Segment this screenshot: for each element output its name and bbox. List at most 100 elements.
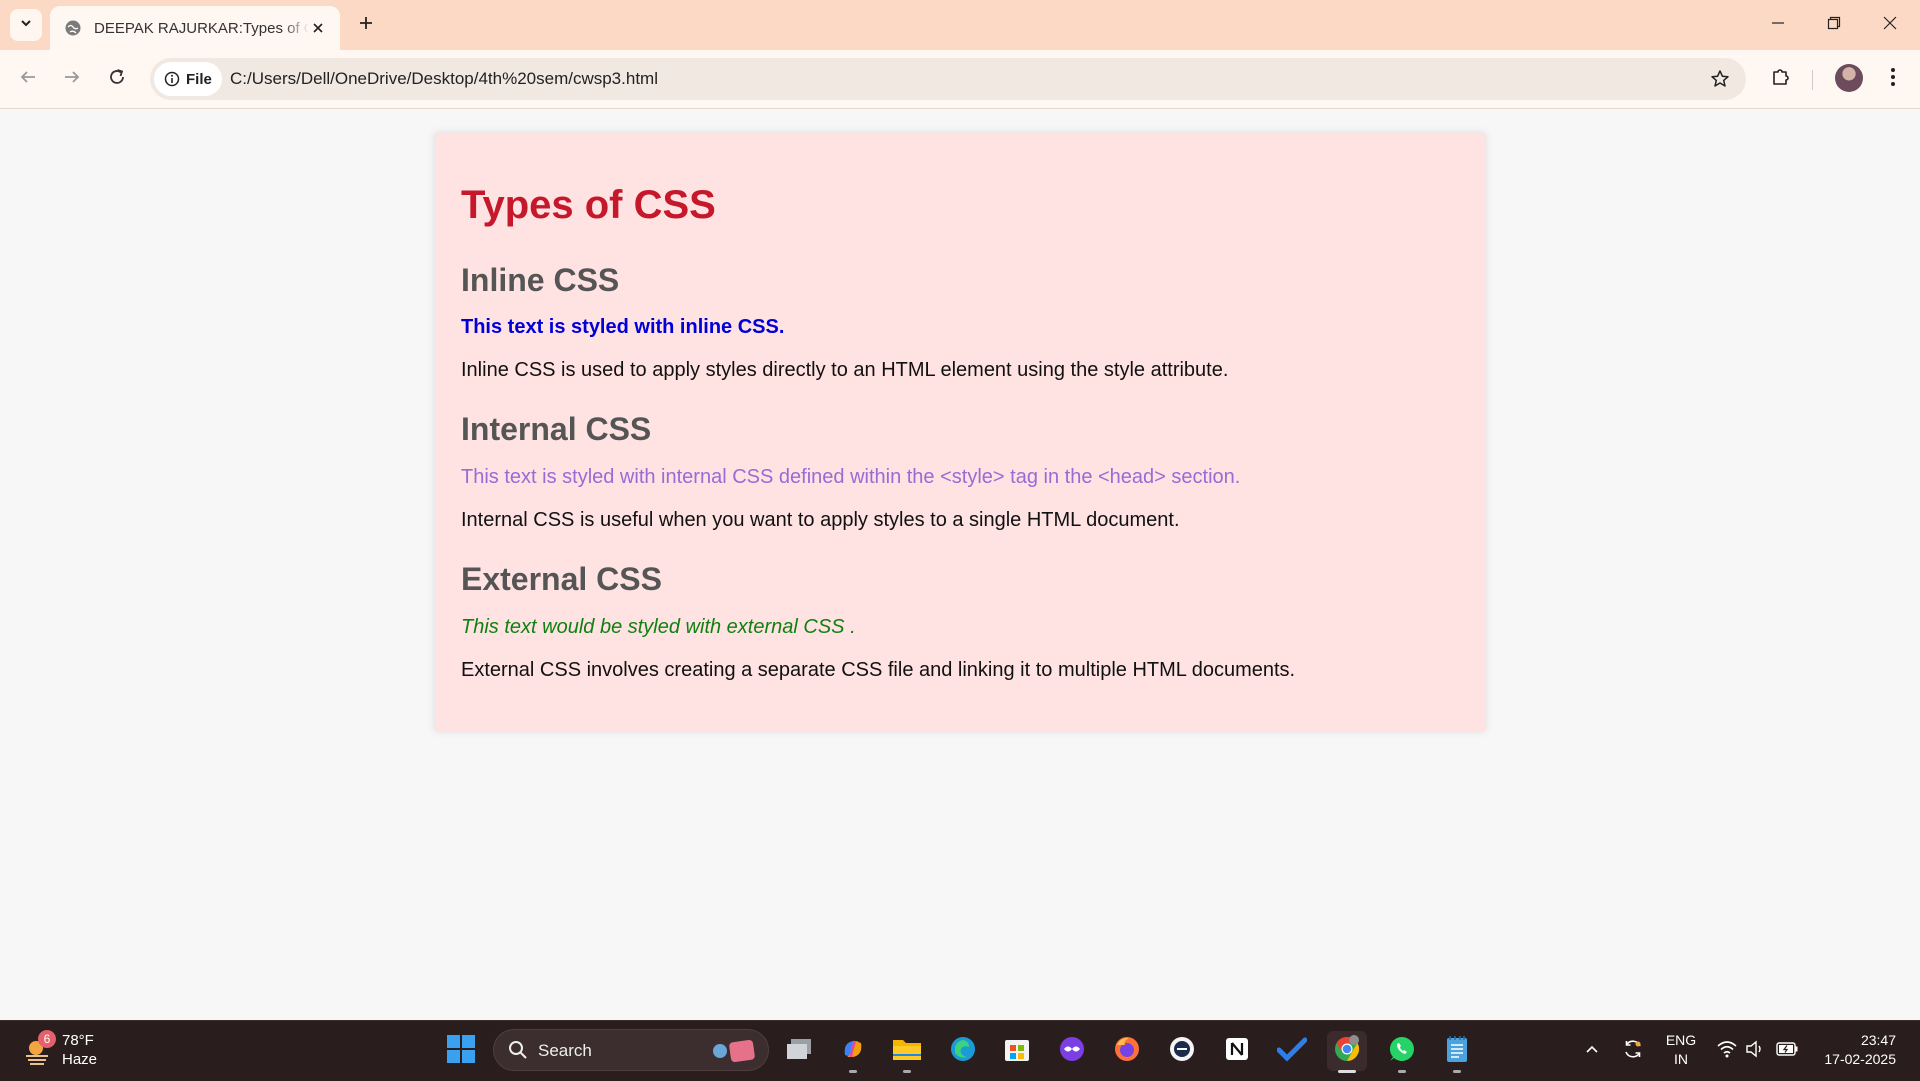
search-icon bbox=[508, 1040, 528, 1060]
browser-tab[interactable]: DEEPAK RAJURKAR:Types of CSS bbox=[50, 6, 340, 50]
reload-button[interactable] bbox=[101, 63, 133, 95]
microsoft-store-button[interactable] bbox=[997, 1031, 1037, 1071]
battery-charging-icon bbox=[1776, 1041, 1798, 1061]
minimize-icon bbox=[1771, 16, 1785, 35]
site-chip-label: File bbox=[186, 70, 212, 88]
tab-strip: DEEPAK RAJURKAR:Types of CSS bbox=[0, 0, 1920, 50]
restore-icon bbox=[1827, 16, 1841, 35]
puzzle-icon bbox=[1770, 66, 1792, 93]
search-label: Search bbox=[538, 1041, 592, 1060]
running-indicator bbox=[1398, 1070, 1406, 1073]
running-indicator bbox=[849, 1070, 857, 1073]
weather-widget[interactable]: 6 78°F Haze bbox=[22, 1030, 97, 1069]
notion-button[interactable] bbox=[1217, 1031, 1257, 1071]
whatsapp-icon bbox=[1388, 1035, 1416, 1068]
sync-tray-button[interactable] bbox=[1622, 1038, 1644, 1065]
bookmark-star-icon[interactable] bbox=[1708, 67, 1732, 91]
browser-toolbar: File C:/Users/Dell/OneDrive/Desktop/4th%… bbox=[0, 50, 1920, 109]
weather-badge: 6 bbox=[38, 1030, 56, 1048]
chevron-down-icon bbox=[19, 16, 33, 35]
tab-title: DEEPAK RAJURKAR:Types of CSS bbox=[94, 19, 309, 37]
taskbar-search[interactable]: Search bbox=[493, 1029, 769, 1071]
nxtwave-button[interactable] bbox=[1162, 1031, 1202, 1071]
page-viewport: Types of CSS Inline CSS This text is sty… bbox=[0, 109, 1920, 1020]
clock-date: 17-02-2025 bbox=[1824, 1051, 1896, 1067]
reload-icon bbox=[108, 68, 126, 91]
whatsapp-button[interactable] bbox=[1382, 1031, 1422, 1073]
notepad-button[interactable] bbox=[1437, 1031, 1477, 1073]
toolbar-divider bbox=[1812, 70, 1813, 90]
task-view-button[interactable] bbox=[779, 1031, 819, 1071]
copilot-icon bbox=[839, 1035, 867, 1068]
wifi-icon bbox=[1717, 1040, 1737, 1063]
back-button[interactable] bbox=[12, 63, 44, 95]
section-heading-internal: Internal CSS bbox=[461, 411, 652, 447]
new-tab-button[interactable] bbox=[352, 11, 380, 39]
start-button[interactable] bbox=[441, 1031, 481, 1071]
clock[interactable]: 23:47 17-02-2025 bbox=[1812, 1031, 1896, 1069]
running-indicator bbox=[903, 1070, 911, 1073]
file-explorer-button[interactable] bbox=[887, 1031, 927, 1073]
haze-sun-icon: 6 bbox=[22, 1030, 56, 1066]
kebab-menu-icon bbox=[1890, 67, 1896, 92]
clock-time: 23:47 bbox=[1860, 1032, 1896, 1048]
profile-avatar[interactable] bbox=[1835, 64, 1863, 92]
info-icon bbox=[164, 71, 180, 87]
windows-logo-icon bbox=[446, 1034, 476, 1069]
globe-icon bbox=[64, 19, 82, 37]
todo-icon bbox=[1276, 1036, 1308, 1067]
external-demo-text: This text would be styled with external … bbox=[461, 616, 856, 638]
extensions-button[interactable] bbox=[1765, 63, 1797, 95]
app-button[interactable] bbox=[1052, 1031, 1092, 1071]
page-title: Types of CSS bbox=[461, 183, 716, 227]
language-indicator[interactable]: ENG IN bbox=[1661, 1031, 1701, 1069]
inline-demo-text: This text is styled with inline CSS. bbox=[461, 316, 785, 338]
task-view-icon bbox=[785, 1037, 813, 1066]
section-heading-inline: Inline CSS bbox=[461, 262, 620, 298]
firefox-button[interactable] bbox=[1107, 1031, 1147, 1071]
internal-demo-text: This text is styled with internal CSS de… bbox=[461, 466, 1241, 488]
volume-tray-button[interactable] bbox=[1744, 1040, 1766, 1062]
internal-description: Internal CSS is useful when you want to … bbox=[461, 509, 1180, 531]
todo-button[interactable] bbox=[1272, 1031, 1312, 1071]
address-bar[interactable]: File C:/Users/Dell/OneDrive/Desktop/4th%… bbox=[150, 58, 1746, 100]
show-hidden-icons-button[interactable] bbox=[1581, 1040, 1603, 1062]
close-icon bbox=[1883, 16, 1897, 35]
plus-icon bbox=[358, 15, 374, 36]
microsoft-store-icon bbox=[1003, 1035, 1031, 1068]
content-card: Types of CSS Inline CSS This text is sty… bbox=[435, 133, 1485, 731]
notion-icon bbox=[1224, 1036, 1250, 1067]
close-tab-icon[interactable] bbox=[308, 18, 328, 38]
weather-temp: 78°F bbox=[62, 1032, 94, 1049]
running-indicator bbox=[1453, 1070, 1461, 1073]
active-indicator bbox=[1338, 1070, 1356, 1073]
notepad-icon bbox=[1445, 1035, 1469, 1068]
speaker-icon bbox=[1745, 1040, 1765, 1063]
chevron-up-icon bbox=[1585, 1042, 1599, 1061]
edge-icon bbox=[949, 1035, 977, 1068]
menu-button[interactable] bbox=[1877, 63, 1909, 95]
url-text[interactable]: C:/Users/Dell/OneDrive/Desktop/4th%20sem… bbox=[230, 69, 658, 89]
forward-button[interactable] bbox=[56, 63, 88, 95]
close-window-button[interactable] bbox=[1867, 8, 1913, 42]
chrome-button[interactable] bbox=[1327, 1031, 1367, 1073]
site-info-chip[interactable]: File bbox=[154, 62, 222, 96]
tab-search-button[interactable] bbox=[10, 9, 42, 41]
language-line-1: ENG bbox=[1665, 1032, 1697, 1048]
external-description: External CSS involves creating a separat… bbox=[461, 659, 1296, 681]
arrow-right-icon bbox=[63, 68, 81, 91]
inline-description: Inline CSS is used to apply styles direc… bbox=[461, 359, 1229, 381]
sync-icon bbox=[1622, 1038, 1644, 1065]
taskbar: 6 78°F Haze Search ENG IN 23:47 17-02-20… bbox=[0, 1020, 1920, 1081]
chrome-icon bbox=[1333, 1034, 1361, 1068]
wifi-tray-button[interactable] bbox=[1716, 1040, 1738, 1062]
section-heading-external: External CSS bbox=[461, 561, 662, 597]
battery-tray-button[interactable] bbox=[1776, 1040, 1798, 1062]
minimize-button[interactable] bbox=[1755, 8, 1801, 42]
language-line-2: IN bbox=[1674, 1051, 1688, 1067]
copilot-button[interactable] bbox=[833, 1031, 873, 1073]
restore-button[interactable] bbox=[1811, 8, 1857, 42]
app-icon bbox=[1058, 1035, 1086, 1068]
edge-button[interactable] bbox=[943, 1031, 983, 1071]
file-explorer-icon bbox=[892, 1036, 922, 1067]
